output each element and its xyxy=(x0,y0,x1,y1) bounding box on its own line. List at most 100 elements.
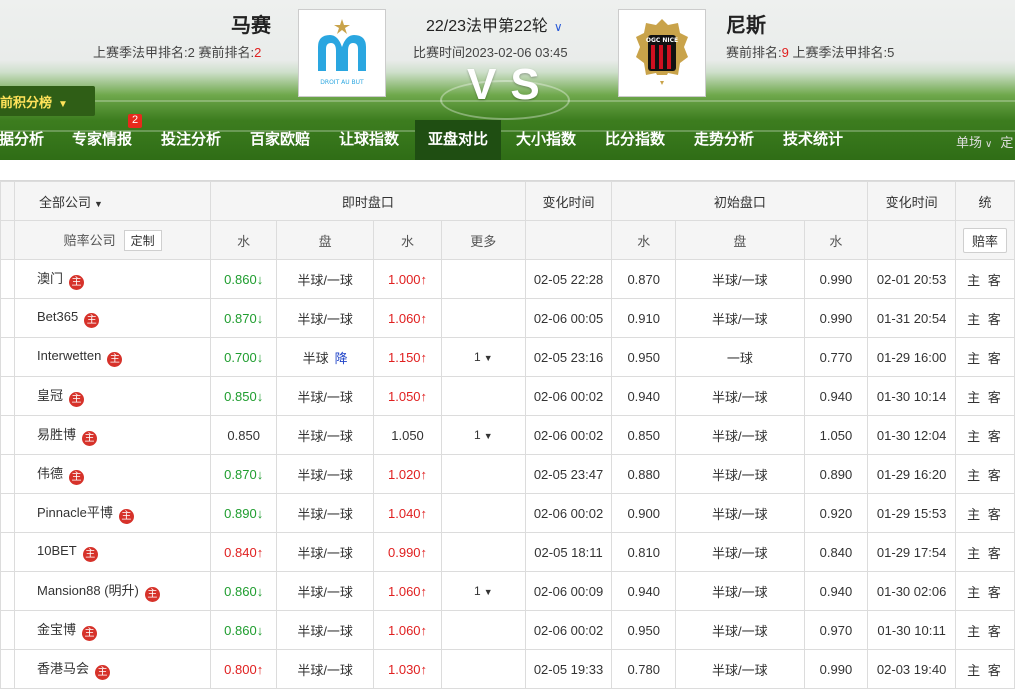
single-match-dropdown[interactable]: 单场 ∨ 定 xyxy=(956,132,1013,151)
live-away-water: 1.060↑ xyxy=(373,610,442,650)
chevron-down-icon: ∨ xyxy=(985,139,993,150)
odds-value: 0.890 xyxy=(819,466,853,482)
live-away-water: 1.050↑ xyxy=(373,376,442,416)
company-cell[interactable]: 易胜博主 xyxy=(13,415,212,455)
home-team-name[interactable]: 马赛 xyxy=(231,9,271,38)
handicap-line: 半球/一球 xyxy=(297,506,353,522)
tab-expert-intel[interactable]: 专家情报 2 xyxy=(72,114,143,160)
change-time: 02-05 22:28 xyxy=(524,259,613,299)
stats-links[interactable]: 主 客 xyxy=(954,454,1015,494)
table-row[interactable]: 皇冠主 0.850↓ 半球/一球 1.050↑ 02-06 00:02 0.940 半球/一… xyxy=(0,376,1015,416)
stats-links[interactable]: 主 客 xyxy=(954,610,1015,650)
company-cell[interactable]: 澳门主 xyxy=(13,259,212,299)
live-line: 半球/一球 xyxy=(276,649,375,689)
stats-link: 主 客 xyxy=(967,584,1003,600)
handicap-line: 半球/一球 xyxy=(297,428,353,444)
company-cell[interactable]: Interwetten 主 xyxy=(13,337,212,377)
tab-handicap-index[interactable]: 让球指数 xyxy=(339,120,399,160)
home-team-logo[interactable]: DROIT AU BUT xyxy=(298,9,386,97)
odds-button[interactable]: 赔率 xyxy=(962,227,1007,253)
table-row[interactable]: 金宝博主 0.860↓ 半球/一球 1.060↑ 02-06 00:02 0.950 半球/… xyxy=(0,610,1015,650)
stats-links[interactable]: 主 客 xyxy=(954,415,1015,455)
company-name: 伟德 xyxy=(37,466,64,481)
tab-tech-stats[interactable]: 技术统计 xyxy=(783,120,843,160)
more-header: 更多 xyxy=(440,220,526,260)
arrow-down-icon: ↓ xyxy=(256,583,264,599)
more-cell[interactable]: 1 ▼ xyxy=(440,337,526,377)
odds-value: 0.770 xyxy=(819,349,853,365)
change-time: 02-06 00:09 xyxy=(524,571,613,611)
company-cell[interactable]: 金宝博主 xyxy=(13,610,212,650)
stats-links[interactable]: 主 客 xyxy=(954,259,1015,299)
stats-links[interactable]: 主 客 xyxy=(954,298,1015,338)
table-row[interactable]: 伟德主 0.870↓ 半球/一球 1.020↑ 02-05 23:47 0.880 半球/一… xyxy=(0,454,1015,494)
odds-value: 1.060 xyxy=(388,583,421,599)
chevron-down-icon[interactable]: ∨ xyxy=(554,20,563,34)
live-away-water: 0.990↑ xyxy=(373,532,442,572)
initial-change-time: 01-30 10:14 xyxy=(867,376,956,416)
initial-home-water: 0.810 xyxy=(611,532,677,572)
tab-betting-analysis[interactable]: 投注分析 xyxy=(161,120,221,160)
time-value: 01-30 10:14 xyxy=(876,388,947,404)
live-away-water: 1.030↑ xyxy=(373,649,442,689)
handicap-line: 半球/一球 xyxy=(712,506,768,522)
live-home-water: 0.860↓ xyxy=(210,610,278,650)
live-home-water: 0.860↓ xyxy=(210,571,278,611)
time-value: 02-05 23:47 xyxy=(533,466,604,482)
odds-value: 0.990 xyxy=(819,310,853,326)
company-cell[interactable]: 香港马会主 xyxy=(13,649,212,689)
live-away-water: 1.060↑ xyxy=(373,571,442,611)
stats-links[interactable]: 主 客 xyxy=(954,493,1015,533)
tab-euro-odds[interactable]: 百家欧赔 xyxy=(250,120,310,160)
tab-score-index[interactable]: 比分指数 xyxy=(605,120,665,160)
stats-links[interactable]: 主 客 xyxy=(954,376,1015,416)
company-cell[interactable]: 伟德主 xyxy=(13,454,212,494)
tab-trend-analysis[interactable]: 走势分析 xyxy=(694,120,754,160)
host-badge-icon: 主 xyxy=(82,431,98,446)
live-away-water: 1.060↑ xyxy=(373,298,442,338)
company-cell[interactable]: 皇冠主 xyxy=(13,376,212,416)
nice-logo-icon: OGC NICE xyxy=(636,19,688,85)
handicap-line: 半球/一球 xyxy=(297,311,353,327)
change-time-header: 变化时间 xyxy=(524,181,613,221)
stats-links[interactable]: 主 客 xyxy=(954,571,1015,611)
change-time: 02-06 00:02 xyxy=(524,376,613,416)
table-row[interactable]: 10BET 主 0.840↑ 半球/一球 0.990↑ 02-05 18:11 0.810 半… xyxy=(0,532,1015,572)
ranking-dropdown[interactable]: 前积分榜 ▼ xyxy=(0,86,95,116)
arrow-up-icon: ↑ xyxy=(256,544,264,560)
tab-data-analysis[interactable]: 据分析 xyxy=(0,120,44,160)
tab-asian-handicap-compare[interactable]: 亚盘对比 xyxy=(415,120,501,160)
table-row[interactable]: 香港马会主 0.800↑ 半球/一球 1.030↑ 02-05 19:33 0.780 半球… xyxy=(0,649,1015,689)
handicap-line: 半球/一球 xyxy=(712,584,768,600)
company-cell[interactable]: Pinnacle平博主 xyxy=(13,493,212,533)
more-cell[interactable]: 1 ▼ xyxy=(440,571,526,611)
company-cell[interactable]: Bet365 主 xyxy=(13,298,212,338)
analysis-nav: 据分析 专家情报 2 投注分析 百家欧赔 让球指数 亚盘对比 大小指数 比分指数 … xyxy=(0,114,1015,160)
live-home-water: 0.850↓ xyxy=(210,376,278,416)
company-cell[interactable]: 10BET 主 xyxy=(13,532,212,572)
table-row[interactable]: Mansion88 (明升) 主 0.860↓ 半球/一球 1.060↑ 1 ▼ 02-06 … xyxy=(0,571,1015,611)
company-cell[interactable]: Mansion88 (明升) 主 xyxy=(13,571,212,611)
customize-button[interactable]: 定制 xyxy=(123,229,162,251)
tab-over-under-index[interactable]: 大小指数 xyxy=(516,120,576,160)
more-count: 1 xyxy=(474,350,481,364)
more-cell[interactable]: 1 ▼ xyxy=(440,415,526,455)
stats-links[interactable]: 主 客 xyxy=(954,532,1015,572)
live-home-water: 0.700↓ xyxy=(210,337,278,377)
live-home-water-header: 水 xyxy=(210,220,278,260)
stats-links[interactable]: 主 客 xyxy=(954,649,1015,689)
stats-links[interactable]: 主 客 xyxy=(954,337,1015,377)
match-round-title[interactable]: 22/23法甲第22轮 ∨ xyxy=(426,12,563,36)
all-companies-dropdown[interactable]: 全部公司 ▼ xyxy=(13,181,212,221)
live-line: 半球/一球 xyxy=(276,259,375,299)
initial-change-time: 01-30 10:11 xyxy=(867,610,956,650)
table-row[interactable]: 澳门主 0.860↓ 半球/一球 1.000↑ 02-05 22:28 0.870 半球/一… xyxy=(0,259,1015,299)
table-row[interactable]: Bet365 主 0.870↓ 半球/一球 1.060↑ 02-06 00:05 0.910… xyxy=(0,298,1015,338)
table-row[interactable]: Interwetten 主 0.700↓ 半球降 1.150↑ 1 ▼ 02-05 23:16… xyxy=(0,337,1015,377)
live-odds-header: 即时盘口 xyxy=(210,181,526,221)
table-row[interactable]: Pinnacle平博主 0.890↓ 半球/一球 1.040↑ 02-06 00:02 0… xyxy=(0,493,1015,533)
away-team-name[interactable]: 尼斯 xyxy=(726,9,766,38)
time-value: 02-06 00:02 xyxy=(533,388,604,404)
table-row[interactable]: 易胜博主 0.850 半球/一球 1.050 1 ▼ 02-06 00:02 0.850 半球/… xyxy=(0,415,1015,455)
away-team-logo[interactable]: OGC NICE xyxy=(618,9,706,97)
